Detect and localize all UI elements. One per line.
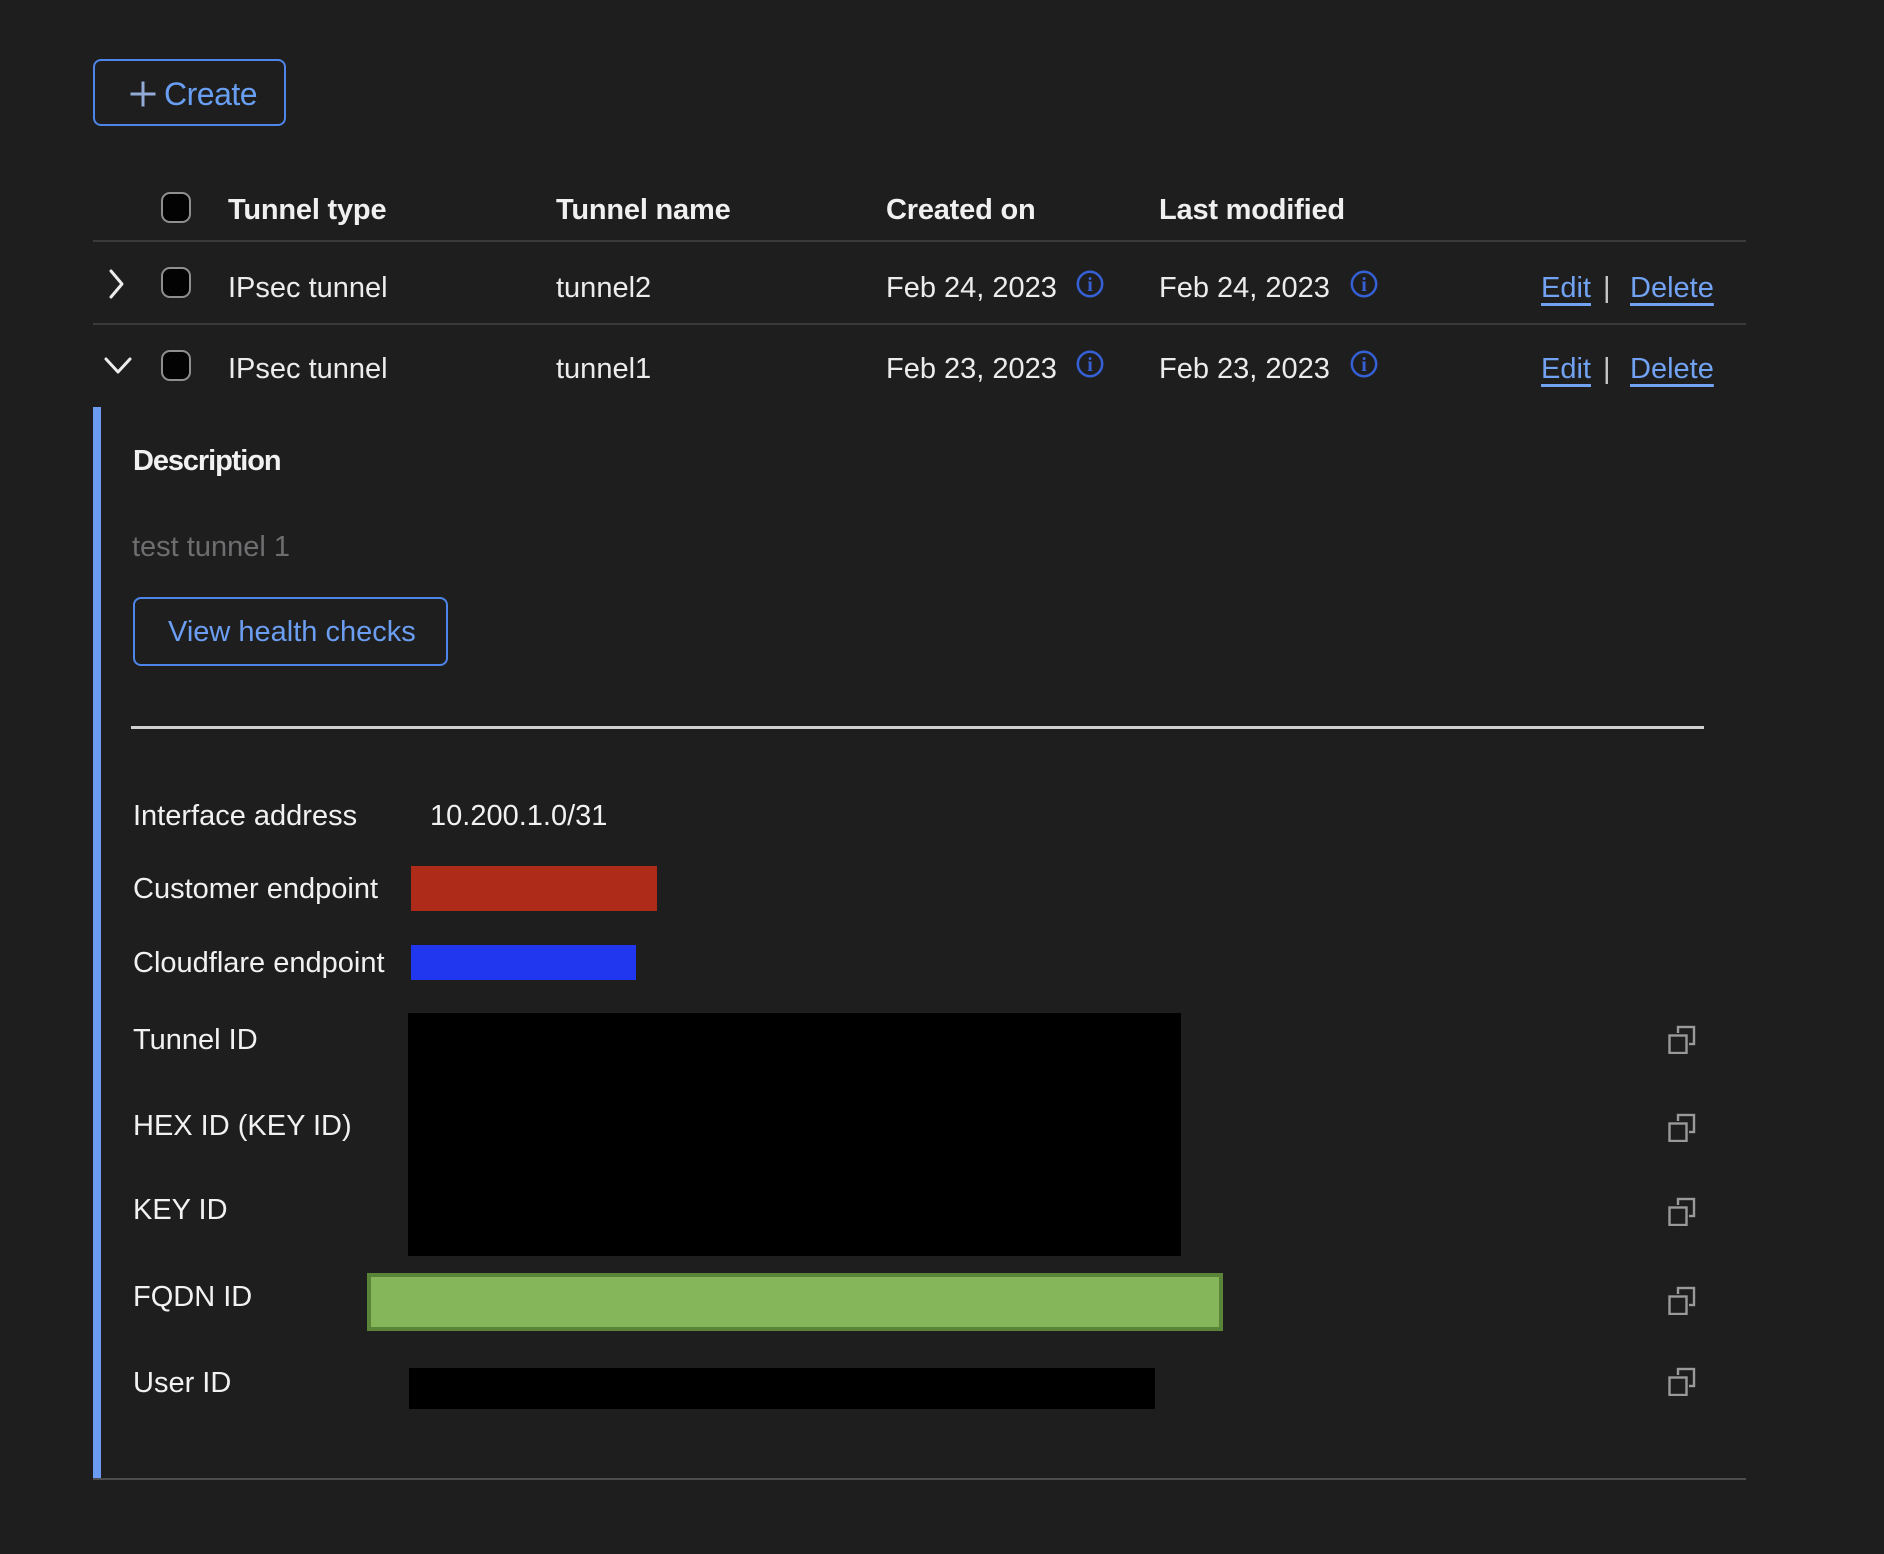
svg-text:i: i xyxy=(1087,354,1093,376)
svg-text:i: i xyxy=(1361,354,1367,376)
svg-text:i: i xyxy=(1361,274,1367,296)
svg-text:i: i xyxy=(1087,274,1093,296)
